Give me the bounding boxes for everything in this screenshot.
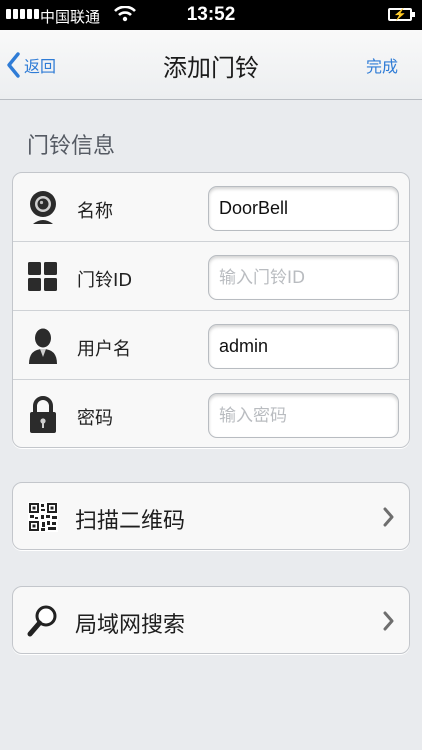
status-time: 13:52 <box>186 4 236 25</box>
doorbell-id-label: 门铃ID <box>77 270 133 291</box>
doorbell-info-form: 名称 门铃ID 用户名 <box>12 172 410 448</box>
done-button[interactable]: 完成 <box>366 53 398 77</box>
grid-icon <box>27 258 59 296</box>
password-field[interactable] <box>208 393 399 438</box>
status-bar: 中国联通 13:52 ⚡ <box>0 0 422 30</box>
form-row-username: 用户名 <box>13 311 409 380</box>
name-label: 名称 <box>77 201 113 222</box>
scan-qr-code-label: 扫描二维码 <box>75 509 186 534</box>
doorbell-id-field[interactable] <box>208 255 399 300</box>
camera-icon <box>27 189 59 227</box>
chevron-right-icon <box>383 611 395 635</box>
lock-icon <box>27 396 59 434</box>
page-title: 添加门铃 <box>163 54 259 82</box>
user-icon <box>27 327 59 365</box>
navigation-bar: 返回 添加门铃 完成 <box>0 30 422 100</box>
battery-charging-icon: ⚡ <box>388 8 415 21</box>
username-label: 用户名 <box>77 339 131 360</box>
form-row-password: 密码 <box>13 380 409 447</box>
scan-qr-code-button[interactable]: 扫描二维码 <box>12 482 410 550</box>
name-field[interactable] <box>208 186 399 231</box>
chevron-right-icon <box>383 507 395 531</box>
username-field[interactable] <box>208 324 399 369</box>
lan-search-button[interactable]: 局域网搜索 <box>12 586 410 654</box>
form-row-doorbell-id: 门铃ID <box>13 242 409 311</box>
form-row-name: 名称 <box>13 173 409 242</box>
lan-search-label: 局域网搜索 <box>75 613 186 638</box>
section-header-doorbell-info: 门铃信息 <box>27 134 116 159</box>
magnifier-icon <box>27 603 59 639</box>
qr-code-icon <box>27 499 59 535</box>
password-label: 密码 <box>77 408 113 429</box>
